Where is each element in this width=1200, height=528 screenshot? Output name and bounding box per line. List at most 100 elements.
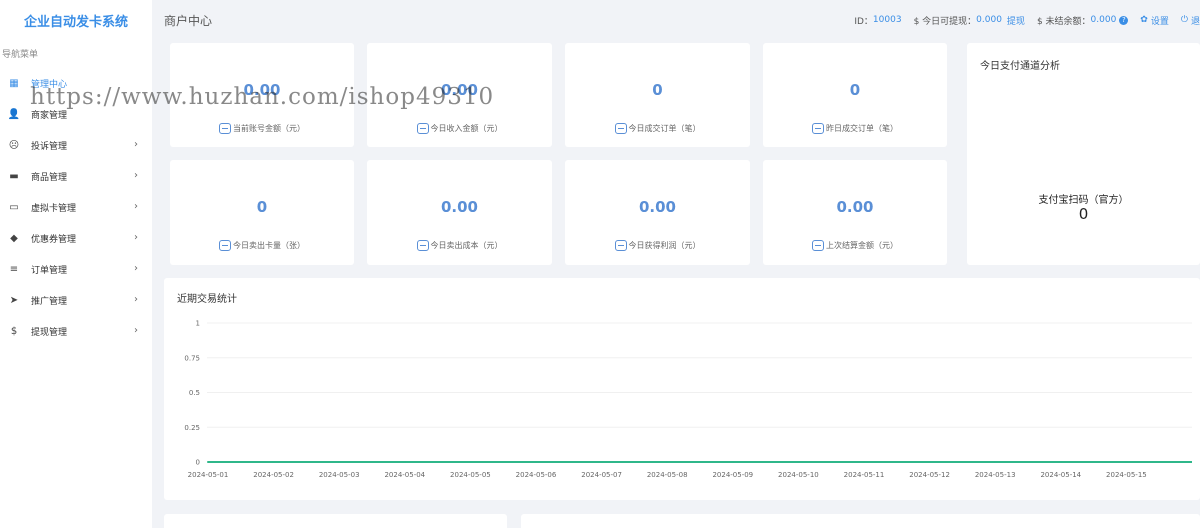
sidebar-item-label: 管理中心: [31, 80, 68, 90]
x-tick-label: 2024-05-11: [844, 471, 885, 479]
y-tick-label: 0: [196, 459, 200, 467]
profit-icon: [614, 240, 627, 251]
wallet-icon: [219, 123, 231, 134]
data-point: [666, 461, 669, 463]
chevron-right-icon: ›: [134, 294, 138, 305]
data-point: [797, 461, 800, 463]
sidebar-item-label: 虚拟卡管理: [31, 204, 77, 214]
settings-button[interactable]: ✿ 设置: [1140, 14, 1169, 27]
data-point: [1059, 461, 1062, 463]
merchant-id: ID： 10003: [854, 15, 902, 27]
sidebar-item-label: 商家管理: [31, 111, 68, 121]
sidebar-item[interactable]: ▬ 商品管理 ›: [0, 161, 152, 192]
sidebar-item[interactable]: ≡ 订单管理 ›: [0, 254, 152, 285]
sidebar-item[interactable]: ☹ 投诉管理 ›: [0, 130, 152, 161]
chevron-right-icon: ›: [134, 139, 138, 150]
stat-label: 上次结算金额（元）: [826, 241, 898, 250]
list-icon: ≡: [9, 264, 19, 275]
page-title: 商户中心: [164, 13, 213, 28]
stat-card: 0 昨日成交订单（笔）: [763, 43, 947, 147]
stat-card: 0 今日卖出卡量（张）: [170, 160, 354, 265]
stat-value: 0: [256, 198, 268, 216]
database-icon: [416, 240, 429, 251]
send-icon: ➤: [9, 295, 19, 306]
data-point: [1125, 461, 1128, 463]
complaint-icon: ☹: [8, 140, 20, 151]
payment-panel-title: 今日支付通道分析: [980, 61, 1060, 72]
data-point: [863, 461, 865, 463]
y-tick-label: 0.75: [184, 354, 200, 362]
stat-card: 0.00 今日卖出成本（元）: [367, 160, 552, 265]
top-header: 商户中心 ID： 10003 $ 今日可提现： 0.000 提现 $ 未结余额：…: [152, 0, 1200, 40]
coin-icon: [416, 123, 429, 134]
data-point: [600, 461, 603, 463]
sidebar-item-label: 优惠券管理: [31, 235, 77, 245]
x-tick-label: 2024-05-05: [450, 471, 491, 479]
sidebar-item-label: 提现管理: [31, 328, 68, 338]
stat-label: 昨日成交订单（笔）: [826, 124, 898, 133]
sidebar-item[interactable]: ▭ 虚拟卡管理 ›: [0, 192, 152, 223]
merchant-id-value: 10003: [872, 15, 902, 25]
x-tick-label: 2024-05-03: [319, 471, 360, 479]
stat-label: 今日收入金额（元）: [430, 124, 503, 133]
stat-value: 0: [849, 81, 861, 99]
settlement-icon: [812, 240, 824, 251]
brand-title: 企业自动发卡系统: [23, 14, 128, 30]
sidebar-item[interactable]: 👤 商家管理: [0, 99, 152, 130]
x-tick-label: 2024-05-13: [975, 471, 1016, 479]
sidebar-item[interactable]: ➤ 推广管理 ›: [0, 285, 152, 316]
x-tick-label: 2024-05-14: [1040, 471, 1081, 479]
sidebar-item[interactable]: ◆ 优惠券管理 ›: [0, 223, 152, 254]
stat-card: 0.00 今日收入金额（元）: [367, 43, 552, 147]
unsettled: $ 未结余额： 0.000 ?: [1037, 14, 1129, 27]
withdraw-link[interactable]: 提现: [1007, 14, 1025, 27]
stat-value: 0.00: [243, 81, 281, 99]
data-point: [928, 461, 931, 463]
sidebar-item-label: 商品管理: [31, 173, 68, 183]
user-icon: 👤: [7, 109, 21, 120]
sidebar-item-label: 推广管理: [31, 297, 68, 307]
x-tick-label: 2024-05-07: [581, 471, 622, 479]
data-point: [403, 461, 406, 463]
chevron-right-icon: ›: [134, 325, 138, 336]
chevron-right-icon: ›: [134, 201, 138, 212]
y-tick-label: 1: [196, 320, 200, 328]
power-icon: ⏻: [1180, 15, 1188, 25]
bottom-left-panel: [164, 514, 507, 528]
data-point: [272, 461, 275, 463]
sidebar-item[interactable]: $ 提现管理 ›: [0, 316, 152, 347]
stat-label: 今日成交订单（笔）: [628, 124, 701, 133]
chevron-right-icon: ›: [134, 170, 138, 181]
card-icon: ▭: [9, 202, 19, 213]
dashboard-icon: ▦: [9, 78, 19, 89]
order-icon: [614, 123, 627, 134]
withdrawable: $ 今日可提现： 0.000 提现: [913, 14, 1025, 27]
logout-button[interactable]: ⏻ 退: [1181, 14, 1200, 27]
y-tick-label: 0.5: [189, 389, 200, 397]
x-tick-label: 2024-05-08: [647, 471, 688, 479]
stat-value: 0.00: [440, 198, 478, 216]
stat-card: 0 今日成交订单（笔）: [565, 43, 750, 147]
stat-card: 0.00 今日获得利润（元）: [565, 160, 750, 265]
header-info: ID： 10003 $ 今日可提现： 0.000 提现 $ 未结余额： 0.00…: [854, 0, 1200, 40]
y-tick-label: 0.25: [184, 424, 200, 432]
stat-label: 当前账号金额（元）: [233, 124, 305, 133]
tag-icon: ◆: [10, 233, 18, 244]
withdrawable-value: 0.000: [976, 15, 1002, 25]
nav-caption: 导航菜单: [2, 50, 39, 60]
card-stack-icon: [219, 240, 231, 251]
x-tick-label: 2024-05-01: [188, 471, 229, 479]
sidebar-item[interactable]: ▦ 管理中心: [0, 68, 152, 99]
chevron-right-icon: ›: [134, 263, 138, 274]
sidebar: 企业自动发卡系统 导航菜单 ▦ 管理中心 👤 商家管理 ☹ 投诉管理 › ▬ 商品管理 › ▭ 虚拟卡…: [0, 0, 152, 528]
goods-icon: ▬: [9, 171, 19, 182]
help-icon[interactable]: ?: [1119, 15, 1129, 25]
payment-analysis-panel: 今日支付通道分析 支付宝扫码（官方） 0: [967, 43, 1200, 265]
stat-label: 今日获得利润（元）: [628, 241, 701, 250]
x-tick-label: 2024-05-02: [253, 471, 294, 479]
stat-label: 今日卖出卡量（张）: [233, 241, 305, 250]
sidebar-item-label: 投诉管理: [31, 142, 68, 152]
data-point: [535, 461, 537, 463]
data-point: [469, 461, 472, 463]
chevron-right-icon: ›: [134, 232, 138, 243]
